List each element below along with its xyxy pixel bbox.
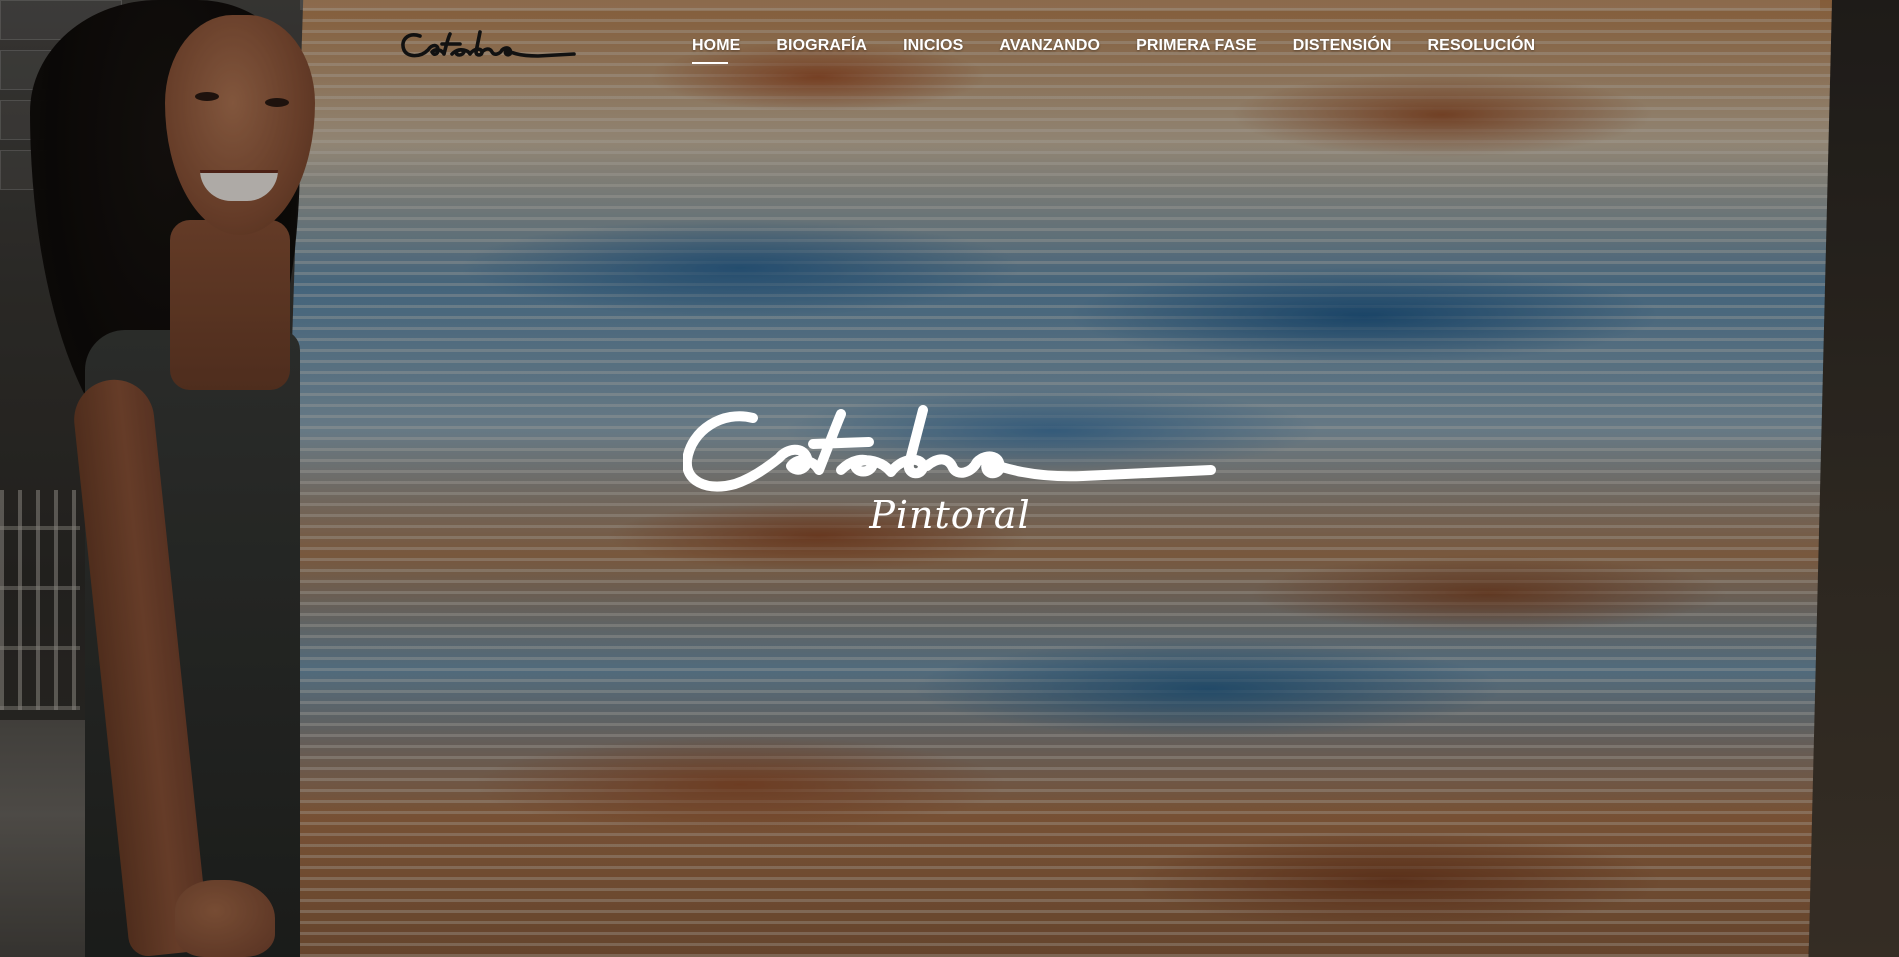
nav-item-inicios[interactable]: INICIOS [885,34,981,58]
main-nav: HOME BIOGRAFÍA INICIOS AVANZANDO PRIMERA… [692,34,1554,64]
site-header: HOME BIOGRAFÍA INICIOS AVANZANDO PRIMERA… [0,0,1899,95]
nav-item-biografia[interactable]: BIOGRAFÍA [758,34,885,58]
nav-item-resolucion[interactable]: RESOLUCIÓN [1410,34,1554,58]
nav-item-distension[interactable]: DISTENSIÓN [1275,34,1410,58]
hero-tagline: Pintoral [869,493,1031,537]
nav-item-primera-fase[interactable]: PRIMERA FASE [1118,34,1275,58]
nav-item-home[interactable]: HOME [692,34,758,64]
nav-item-avanzando[interactable]: AVANZANDO [981,34,1118,58]
hero-section: HOME BIOGRAFÍA INICIOS AVANZANDO PRIMERA… [0,0,1899,957]
brand-logo[interactable] [398,26,578,66]
